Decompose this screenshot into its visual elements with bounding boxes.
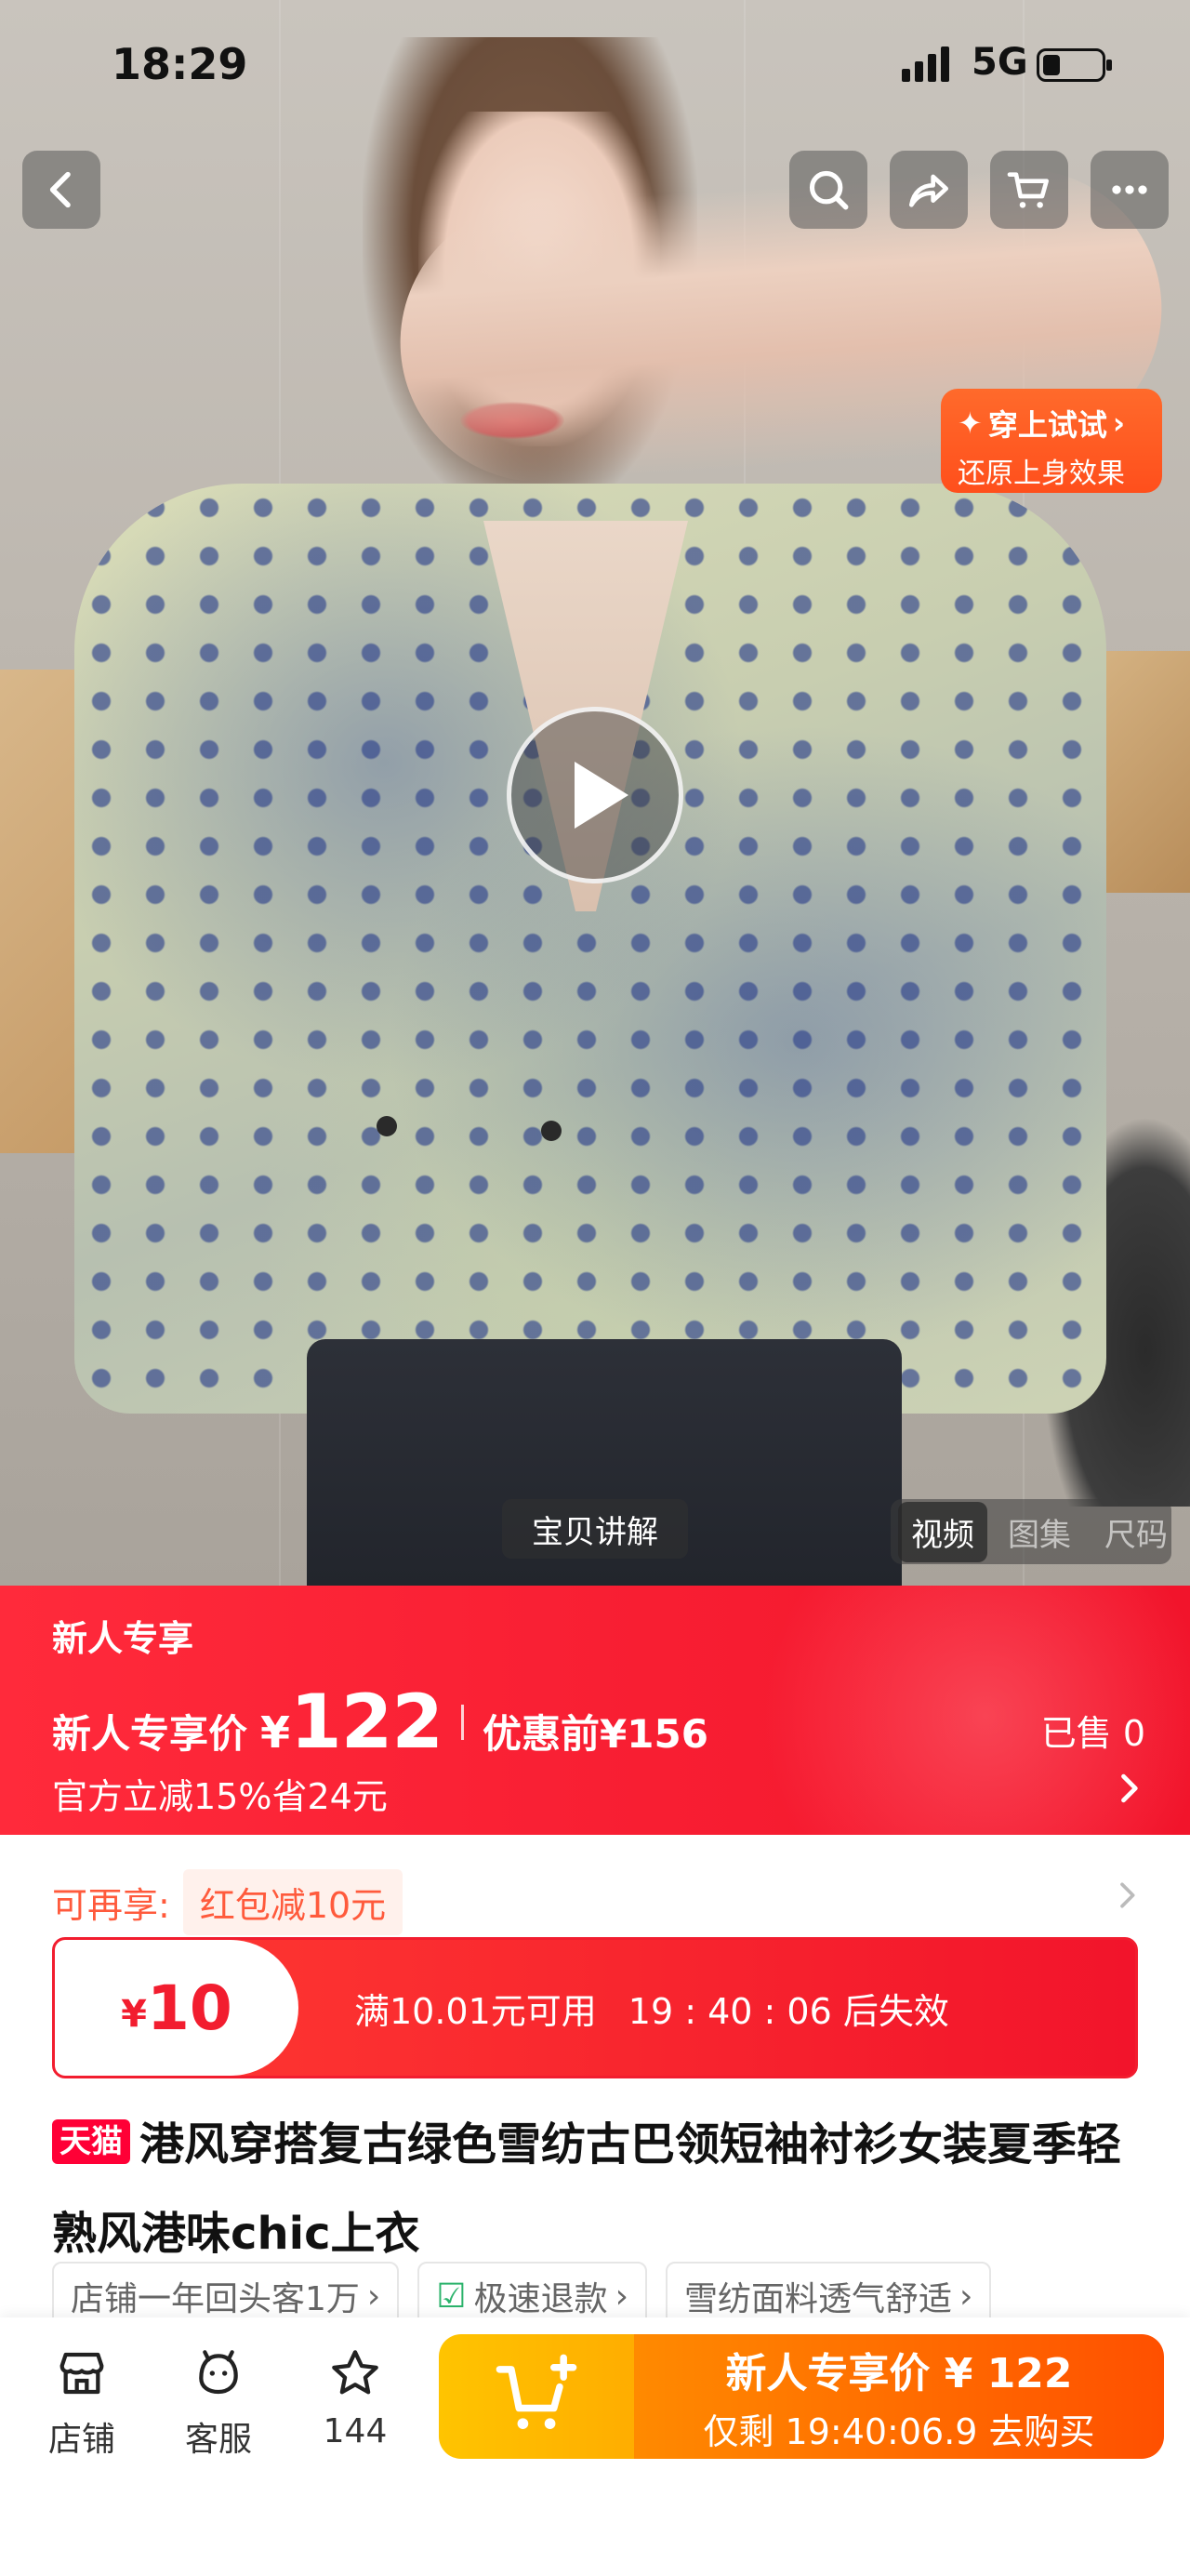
try-on-title: 穿上试试: [987, 407, 1107, 443]
extra-offer-label: 可再享:: [52, 1885, 170, 1926]
chevron-right-icon: ›: [959, 2277, 973, 2316]
buy-now-main[interactable]: 新人专享价 ¥ 122 仅剩 19:40:06.9 去购买: [634, 2334, 1164, 2459]
play-video-button[interactable]: [507, 707, 683, 883]
chevron-right-icon: ›: [1112, 405, 1126, 441]
coupon-currency: ¥: [121, 1993, 147, 2036]
battery-icon: [1037, 48, 1112, 82]
product-media[interactable]: 18:29 5G ✦ 穿上试试 › 还原上身效果 宝贝讲解 视频 图集 尺码: [0, 0, 1190, 1586]
coupon-condition: 满10.01元可用: [354, 1990, 597, 2032]
extra-offer-value: 红包减10元: [182, 1869, 403, 1935]
try-on-button[interactable]: ✦ 穿上试试 › 还原上身效果: [941, 389, 1162, 493]
coupon-value: 10: [146, 1972, 232, 2044]
try-on-subtitle: 还原上身效果: [958, 458, 1125, 490]
tab-gallery[interactable]: 图集: [995, 1502, 1084, 1562]
service-icon: [199, 2350, 238, 2395]
favorites-count: 144: [323, 2412, 388, 2450]
tab-size[interactable]: 尺码: [1091, 1502, 1171, 1562]
customer-service-button[interactable]: 客服: [163, 2344, 274, 2461]
buy-now-button[interactable]: 新人专享价 ¥ 122 仅剩 19:40:06.9 去购买: [439, 2334, 1164, 2459]
chip-label: 雪纺面料透气舒适: [684, 2280, 953, 2318]
product-detail-page: 18:29 5G ✦ 穿上试试 › 还原上身效果 宝贝讲解 视频 图集 尺码 新…: [0, 0, 1190, 2576]
chevron-left-icon: [49, 171, 71, 208]
share-icon: [909, 174, 948, 207]
red-packet-coupon[interactable]: ¥ 10 满10.01元可用 19 : 40 : 06 后失效: [52, 1937, 1138, 2078]
back-button[interactable]: [22, 151, 100, 229]
more-icon: [1112, 185, 1147, 194]
product-title: 港风穿搭复古绿色雪纺古巴领短袖衬衫女装夏季轻熟风港味chic上衣: [52, 2118, 1122, 2260]
chip-label: 店铺一年回头客1万: [71, 2280, 360, 2318]
chevron-right-icon: ›: [615, 2277, 629, 2316]
star-icon: [332, 2350, 378, 2395]
tmall-badge: 天猫: [52, 2119, 130, 2164]
promo-currency: ¥: [260, 1707, 291, 1758]
promo-price-label: 新人专享价: [52, 1711, 248, 1757]
coupon-info: 满10.01元可用 19 : 40 : 06 后失效: [298, 1940, 1135, 2076]
product-title-block: 天猫 港风穿搭复古绿色雪纺古巴领短袖衬衫女装夏季轻熟风港味chic上衣: [52, 2100, 1149, 2278]
coupon-amount: ¥ 10: [55, 1940, 298, 2076]
shirt-button: [377, 1116, 397, 1136]
search-icon: [809, 170, 849, 210]
divider: [461, 1704, 465, 1740]
favorite-button[interactable]: 144: [299, 2344, 411, 2450]
promo-price: 122: [290, 1679, 443, 1765]
extra-offer-row[interactable]: 可再享: 红包减10元: [52, 1869, 403, 1935]
network-label: 5G: [972, 41, 1028, 84]
media-tabs: 视频 图集 尺码: [891, 1499, 1171, 1564]
search-button[interactable]: [789, 151, 867, 229]
original-price: 优惠前¥156: [483, 1711, 708, 1757]
status-time: 18:29: [112, 39, 248, 89]
chevron-right-icon: ›: [366, 2277, 381, 2316]
shield-check-icon: ☑: [436, 2277, 467, 2316]
try-on-title-row: ✦ 穿上试试 ›: [958, 402, 1145, 445]
promo-discount-text: 官方立减15%省24元: [52, 1776, 388, 1817]
store-icon: [60, 2352, 104, 2395]
chevron-right-icon[interactable]: [1108, 1877, 1145, 1914]
newcomer-promo-banner[interactable]: 新人专享 新人专享价 ¥ 122 优惠前¥156 已售 0 官方立减15%省24…: [0, 1586, 1190, 1835]
play-icon: [575, 762, 628, 829]
add-cart-icon: [496, 2354, 577, 2429]
product-explain-button[interactable]: 宝贝讲解: [502, 1499, 688, 1559]
buy-price-line: 新人专享价 ¥ 122: [725, 2349, 1073, 2397]
promo-tag: 新人专享: [52, 1618, 194, 1659]
sold-count: 已售 0: [1040, 1713, 1145, 1754]
coupon-countdown: 19 : 40 : 06 后失效: [628, 1990, 949, 2032]
chevron-right-icon: [1121, 1773, 1138, 1803]
sparkle-icon: ✦: [958, 405, 983, 441]
tab-video[interactable]: 视频: [898, 1501, 987, 1562]
chip-label: 极速退款: [473, 2280, 608, 2318]
service-label: 客服: [184, 2421, 252, 2459]
buy-countdown-line: 仅剩 19:40:06.9 去购买: [703, 2410, 1095, 2452]
share-button[interactable]: [890, 151, 968, 229]
store-label: 店铺: [47, 2421, 115, 2459]
promo-price-row: 新人专享价 ¥ 122 优惠前¥156: [52, 1679, 708, 1765]
more-button[interactable]: [1091, 151, 1169, 229]
store-button[interactable]: 店铺: [26, 2344, 138, 2461]
cart-icon: [1007, 172, 1049, 208]
add-to-cart-button[interactable]: [439, 2334, 634, 2459]
cart-button[interactable]: [990, 151, 1068, 229]
signal-icon: [902, 45, 949, 82]
shirt-button: [541, 1121, 562, 1141]
